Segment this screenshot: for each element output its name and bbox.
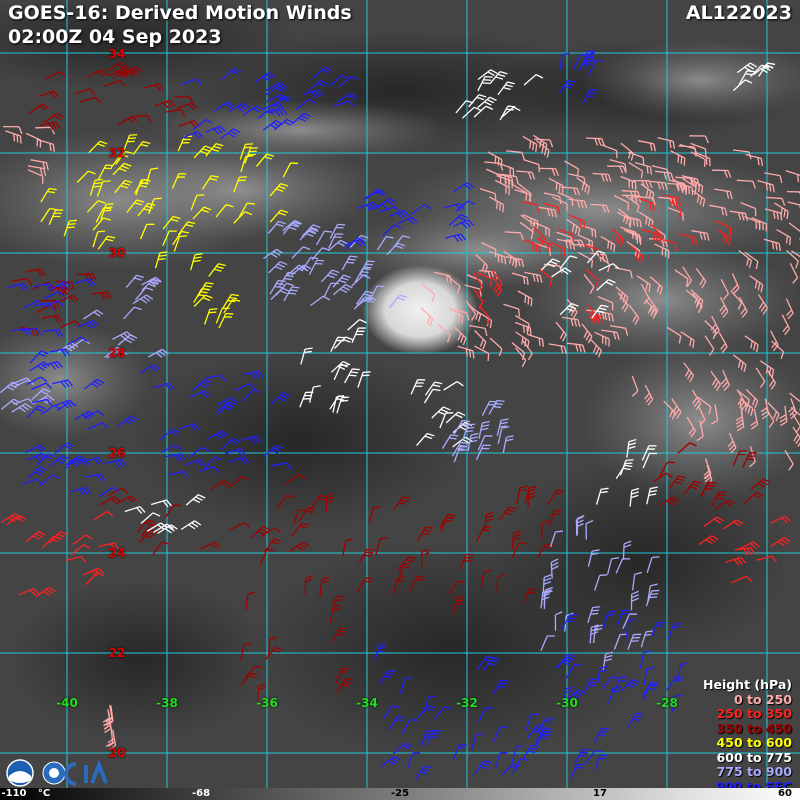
colorbar-label-min: -110 <box>1 788 27 799</box>
legend-item-250-350: 250 to 350 <box>716 706 792 721</box>
map-title: GOES-16: Derived Motion Winds <box>8 2 352 24</box>
map-timestamp: 02:00Z 04 Sep 2023 <box>8 26 222 48</box>
legend-title: Height (hPa) <box>703 677 792 692</box>
lat-label-32: 32 <box>108 146 126 160</box>
lat-label-22: 22 <box>108 646 126 660</box>
legend-item-600-775: 600 to 775 <box>716 749 792 765</box>
noaa-logo <box>6 759 34 787</box>
colorbar-label-2: -68 <box>191 788 211 799</box>
lat-label-30: 30 <box>108 246 126 260</box>
colorbar-label-max: 60 <box>778 788 792 799</box>
lon-label-36: -36 <box>256 696 278 710</box>
lat-label-26: 26 <box>108 446 126 460</box>
lon-label-32: -32 <box>456 696 478 710</box>
lon-label-30: -30 <box>556 696 578 710</box>
colorbar-unit: °C <box>37 788 51 799</box>
storm-id: AL122023 <box>685 2 792 24</box>
satellite-wind-map: GOES-16: Derived Motion Winds 02:00Z 04 … <box>0 0 800 800</box>
lon-label-40: -40 <box>56 696 78 710</box>
lon-label-38: -38 <box>156 696 178 710</box>
lon-label-34: -34 <box>356 696 378 710</box>
height-legend: Height (hPa) 0 to 250 250 to 350 350 to … <box>703 677 792 794</box>
legend-item-0-250: 0 to 250 <box>733 691 792 707</box>
legend-item-450-600: 450 to 600 <box>716 735 792 750</box>
map-canvas <box>0 0 800 800</box>
temperature-colorbar: -110 °C -68 -25 17 60 <box>0 788 800 800</box>
legend-item-775-900: 775 to 900 <box>716 764 792 779</box>
agency-logos <box>6 759 108 787</box>
lat-label-24: 24 <box>108 546 126 560</box>
colorbar-label-3: -25 <box>390 788 410 799</box>
colorbar-label-4: 17 <box>593 788 607 799</box>
legend-item-350-450: 350 to 450 <box>716 720 792 736</box>
lat-label-34: 34 <box>108 47 126 61</box>
cira-logo <box>64 759 108 786</box>
nesdis-logo <box>42 761 66 785</box>
lat-label-28: 28 <box>108 346 126 360</box>
lon-label-28: -28 <box>656 696 678 710</box>
